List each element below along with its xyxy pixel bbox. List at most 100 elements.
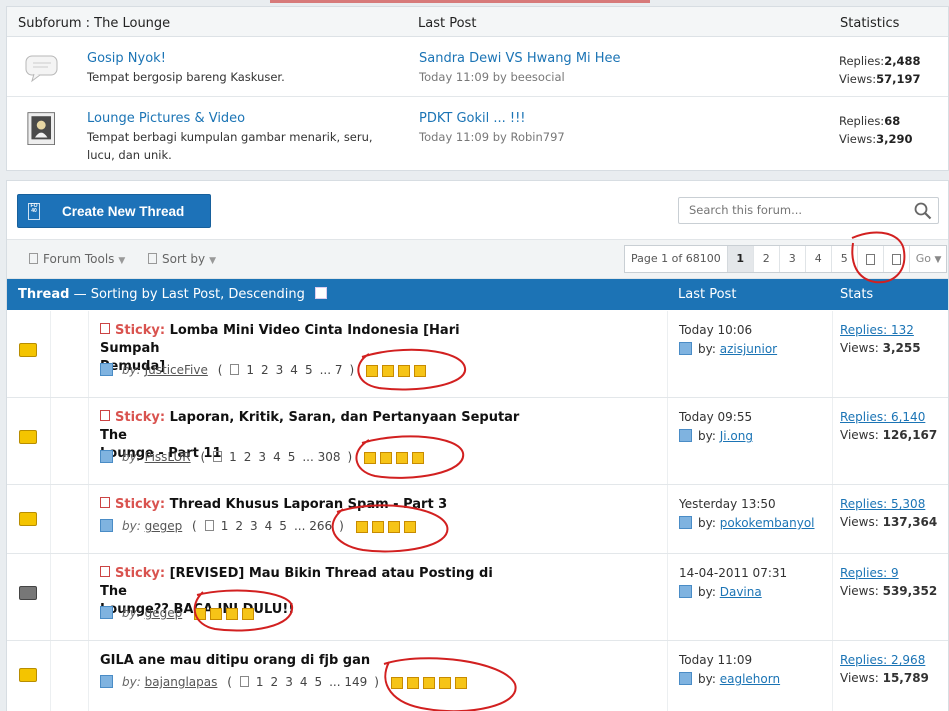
thread-page-link[interactable]: 5 — [314, 675, 322, 689]
lastpost-user[interactable]: pokokembanyol — [720, 516, 815, 530]
star-icon — [242, 608, 255, 620]
views-stat: Views:57,197 — [839, 70, 921, 88]
sort-field[interactable]: Last Post — [162, 287, 220, 302]
thread-author[interactable]: JusticeFive — [145, 363, 208, 377]
lastpost-user[interactable]: Ji.ong — [720, 429, 753, 443]
sort-by-menu[interactable]: Sort by ▼ — [148, 252, 216, 266]
replies-label: Replies: — [840, 653, 891, 667]
thread-page-link[interactable]: 3 — [250, 519, 258, 533]
lastpost-date: 14-04-2011 07:31 — [679, 566, 788, 580]
replies-link[interactable]: Replies: 6,140 — [840, 410, 925, 424]
thread-title[interactable]: GILA ane mau ditipu orang di fjb gan — [100, 652, 520, 670]
lastpost-date: Today 11:09 — [679, 653, 753, 667]
search-input[interactable] — [689, 203, 909, 217]
lastpost-user[interactable]: azisjunior — [720, 342, 777, 356]
replies-link[interactable]: Replies: 9 — [840, 566, 899, 580]
thread-page-link[interactable]: 5 — [288, 450, 296, 464]
thread-page-link[interactable]: 1 — [229, 450, 237, 464]
replies-link[interactable]: Replies: 2,968 — [840, 653, 925, 667]
search-icon[interactable] — [914, 202, 932, 220]
user-icon — [100, 519, 113, 532]
thread-page-link[interactable]: 2 — [235, 519, 243, 533]
subforum-stats: Replies:2,488 Views:57,197 — [839, 52, 921, 88]
thread-author[interactable]: gegep — [145, 606, 183, 620]
thread-title[interactable]: Sticky: Thread Khusus Laporan Spam - Par… — [100, 496, 520, 514]
page-link[interactable]: 1 — [727, 246, 754, 272]
star-icon — [382, 365, 394, 377]
thread-page-link[interactable]: 4 — [290, 363, 298, 377]
subforum-row: Gosip Nyok! Tempat bergosip bareng Kasku… — [7, 37, 948, 97]
by-label: by: — [698, 429, 716, 443]
lastpost-by: by: pokokembanyol — [679, 516, 815, 530]
star-icon — [387, 521, 400, 533]
go-label: Go — [915, 252, 931, 265]
go-to-page-button[interactable]: Go ▼ — [910, 246, 946, 272]
replies-label: Replies: — [839, 114, 885, 128]
subforum-desc: Tempat berbagi kumpulan gambar menarik, … — [87, 130, 373, 162]
select-all-checkbox[interactable] — [314, 287, 327, 299]
replies-label: Replies: — [840, 566, 891, 580]
subforum-lastpost-link[interactable]: Sandra Dewi VS Hwang Mi Hee — [419, 51, 621, 66]
thread-status — [7, 641, 50, 711]
by-label: by: — [698, 516, 716, 530]
thread-author[interactable]: PissLUR — [145, 450, 191, 464]
thread-header-label[interactable]: Thread — [18, 287, 69, 302]
thread-toolbar: Forum Tools ▼ Sort by ▼ Page 1 of 68100 1 … — [7, 239, 948, 279]
thread-page-link[interactable]: 1 — [256, 675, 264, 689]
thread-prefix-col — [50, 641, 88, 711]
views-value: 15,789 — [882, 671, 929, 685]
stats-header[interactable]: Stats — [840, 287, 873, 302]
thread-page-link[interactable]: 2 — [261, 363, 269, 377]
next-page-button[interactable] — [858, 246, 884, 272]
thread-pages: (1 2 3 4 5... 149) — [227, 675, 379, 689]
replies-link[interactable]: Replies: 132 — [840, 323, 914, 337]
lastpost-user[interactable]: Davina — [720, 585, 762, 599]
lastpost-user[interactable]: eaglehorn — [720, 672, 780, 686]
page-link[interactable]: 2 — [754, 246, 780, 272]
thread-page-link[interactable]: 2 — [271, 675, 279, 689]
thread-page-link[interactable]: ... 308 — [302, 450, 340, 464]
sort-direction[interactable]: Descending — [228, 287, 305, 302]
subforum-header: Subforum : The Lounge Last Post Statisti… — [7, 7, 948, 37]
page-link[interactable]: 3 — [780, 246, 806, 272]
subforum-link-gosip[interactable]: Gosip Nyok! — [87, 51, 166, 66]
thread-page-link[interactable]: ... 7 — [320, 363, 343, 377]
thread-page-link[interactable]: ... 266 — [294, 519, 332, 533]
thread-page-link[interactable]: 4 — [265, 519, 273, 533]
subforum-link-pictures[interactable]: Lounge Pictures & Video — [87, 111, 245, 126]
thread-page-link[interactable]: 2 — [244, 450, 252, 464]
thread-page-link[interactable]: 3 — [276, 363, 284, 377]
lastpost-header[interactable]: Last Post — [678, 287, 736, 302]
lastpost-user[interactable]: Robin797 — [510, 130, 564, 144]
subforum-lastpost-link[interactable]: PDKT Gokil ... !!! — [419, 111, 526, 126]
folder-icon — [19, 343, 37, 357]
star-icon — [454, 677, 467, 689]
tools-icon — [29, 253, 38, 264]
thread-title-line1[interactable]: Thread Khusus Laporan Spam - Part 3 — [170, 497, 448, 512]
replies-link[interactable]: Replies: 5,308 — [840, 497, 925, 511]
last-page-button[interactable] — [884, 246, 910, 272]
thread-author[interactable]: gegep — [145, 519, 183, 533]
page-link[interactable]: 4 — [806, 246, 832, 272]
thread-author[interactable]: bajanglapas — [145, 675, 218, 689]
by-label: by — [492, 130, 507, 144]
replies-value: 9 — [890, 566, 899, 580]
create-thread-button[interactable]: FO 40 Create New Thread — [17, 194, 211, 228]
thread-page-link[interactable]: 1 — [246, 363, 254, 377]
page-link[interactable]: 5 — [832, 246, 858, 272]
thread-page-link[interactable]: 4 — [273, 450, 281, 464]
forum-tools-menu[interactable]: Forum Tools ▼ — [29, 252, 125, 266]
thread-page-link[interactable]: 4 — [300, 675, 308, 689]
thread-stats: Replies: 2,968 Views: 15,789 — [832, 641, 948, 711]
thread-page-link[interactable]: ... 149 — [329, 675, 367, 689]
thread-page-link[interactable]: 3 — [285, 675, 293, 689]
by-label: by: — [698, 342, 716, 356]
thread-page-link[interactable]: 1 — [221, 519, 229, 533]
thread-page-link[interactable]: 5 — [279, 519, 287, 533]
star-icon — [412, 452, 425, 464]
lastpost-user[interactable]: beesocial — [510, 70, 564, 84]
thread-page-link[interactable]: 5 — [305, 363, 313, 377]
thread-title-line1[interactable]: GILA ane mau ditipu orang di fjb gan — [100, 653, 370, 668]
pages-icon — [230, 364, 240, 375]
thread-page-link[interactable]: 3 — [258, 450, 266, 464]
